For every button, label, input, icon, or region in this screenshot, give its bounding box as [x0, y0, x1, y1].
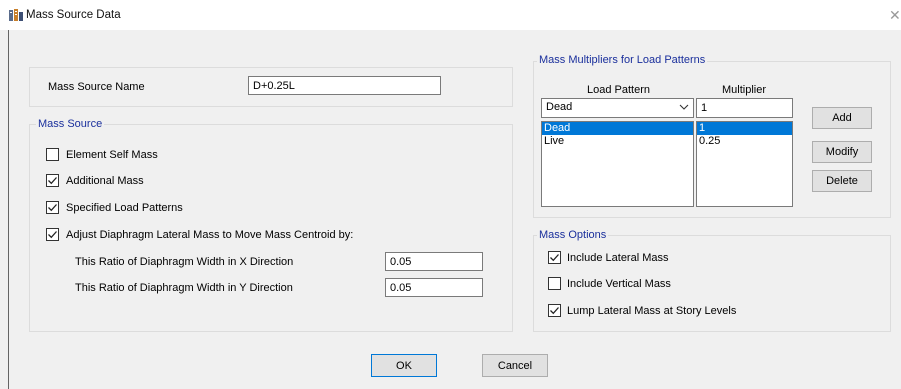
mass-source-group-title: Mass Source	[36, 118, 105, 130]
lump-lateral-mass-checkbox[interactable]	[548, 304, 561, 317]
load-pattern-dropdown[interactable]: Dead	[541, 98, 694, 118]
include-vertical-mass-checkbox[interactable]	[548, 277, 561, 290]
load-pattern-list[interactable]: Dead Live	[541, 121, 694, 207]
list-item[interactable]: 0.25	[697, 135, 792, 148]
list-item[interactable]: Dead	[542, 122, 693, 135]
checkmark-icon	[48, 177, 57, 185]
list-item[interactable]: Live	[542, 135, 693, 148]
checkmark-icon	[48, 231, 57, 239]
window-title: Mass Source Data	[26, 9, 121, 21]
ratio-x-label: This Ratio of Diaphragm Width in X Direc…	[75, 256, 294, 268]
ratio-y-label: This Ratio of Diaphragm Width in Y Direc…	[75, 282, 293, 294]
mass-source-name-label: Mass Source Name	[48, 81, 145, 93]
cancel-button[interactable]: Cancel	[482, 354, 548, 377]
close-icon[interactable]: ✕	[889, 7, 901, 24]
ratio-y-input[interactable]	[385, 278, 483, 297]
window-border	[8, 30, 9, 389]
title-bar	[0, 0, 901, 30]
multiplier-column-header: Multiplier	[722, 84, 767, 96]
include-lateral-mass-checkbox[interactable]	[548, 251, 561, 264]
lump-lateral-mass-label: Lump Lateral Mass at Story Levels	[567, 305, 737, 317]
ok-button[interactable]: OK	[371, 354, 437, 377]
mass-source-name-input[interactable]	[248, 76, 441, 95]
include-vertical-mass-label: Include Vertical Mass	[567, 278, 671, 290]
list-item[interactable]: 1	[697, 122, 792, 135]
checkmark-icon	[48, 204, 57, 212]
multiplier-list[interactable]: 1 0.25	[696, 121, 793, 207]
checkmark-icon	[550, 254, 559, 262]
add-button[interactable]: Add	[812, 107, 872, 129]
checkmark-icon	[550, 307, 559, 315]
adjust-diaphragm-checkbox[interactable]	[46, 228, 59, 241]
specified-load-patterns-checkbox[interactable]	[46, 201, 59, 214]
element-self-mass-label: Element Self Mass	[66, 149, 158, 161]
load-pattern-column-header: Load Pattern	[587, 84, 650, 96]
building-app-icon	[9, 9, 23, 21]
adjust-diaphragm-label: Adjust Diaphragm Lateral Mass to Move Ma…	[66, 229, 354, 241]
multiplier-input[interactable]	[696, 98, 793, 118]
additional-mass-label: Additional Mass	[66, 175, 144, 187]
mass-options-group-title: Mass Options	[537, 229, 609, 241]
delete-button[interactable]: Delete	[812, 170, 872, 192]
ratio-x-input[interactable]	[385, 252, 483, 271]
mass-multipliers-group-title: Mass Multipliers for Load Patterns	[537, 54, 708, 66]
element-self-mass-checkbox[interactable]	[46, 148, 59, 161]
additional-mass-checkbox[interactable]	[46, 174, 59, 187]
modify-button[interactable]: Modify	[812, 141, 872, 163]
include-lateral-mass-label: Include Lateral Mass	[567, 252, 669, 264]
load-pattern-dropdown-value: Dead	[546, 101, 573, 113]
specified-load-patterns-label: Specified Load Patterns	[66, 202, 183, 214]
chevron-down-icon	[679, 99, 689, 122]
